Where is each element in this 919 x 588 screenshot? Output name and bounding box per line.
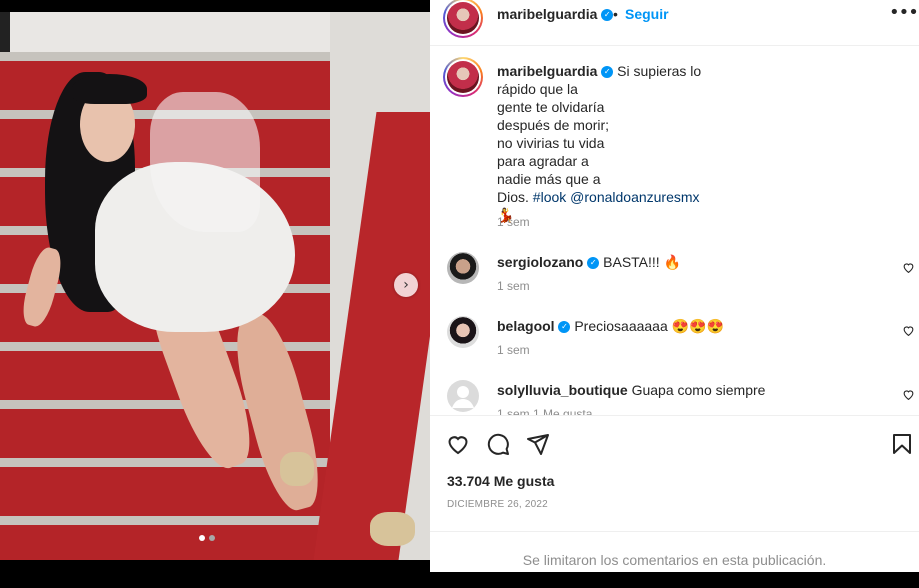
post-dialog: › maribelguardia ✓ • Seguir ••• maribelg… — [0, 0, 919, 572]
carousel-dot-active — [199, 535, 205, 541]
bookmark-icon[interactable] — [890, 432, 914, 456]
comment-text: Preciosaaaaaa 😍😍😍 — [574, 318, 724, 334]
post-date: DICIEMBRE 26, 2022 — [447, 499, 548, 510]
mention-link[interactable]: @ronaldoanzuresmx — [570, 189, 699, 205]
hashtag-link[interactable]: #look — [533, 189, 566, 205]
separator-dot: • — [613, 6, 618, 22]
comment-username[interactable]: sergiolozano — [497, 254, 583, 270]
post-header: maribelguardia ✓ • Seguir ••• — [430, 0, 919, 46]
caption-username[interactable]: maribelguardia — [497, 63, 597, 79]
post-media: › — [0, 0, 430, 572]
carousel-next-button[interactable]: › — [394, 273, 418, 297]
comment-text: Guapa como siempre — [631, 382, 766, 398]
comment-username[interactable]: solylluvia_boutique — [497, 382, 628, 398]
heart-icon[interactable] — [902, 324, 915, 337]
follow-button[interactable]: Seguir — [625, 6, 669, 22]
verified-badge-icon: ✓ — [601, 9, 614, 22]
post-sidebar: maribelguardia ✓ • Seguir ••• maribelgua… — [430, 0, 919, 572]
author-avatar[interactable] — [443, 0, 483, 38]
likes-count[interactable]: 33.704 Me gusta — [447, 473, 554, 489]
comment-row: sergiolozano ✓ BASTA!!! 🔥 — [497, 254, 681, 271]
comment-time[interactable]: 1 sem 1 Me gusta — [497, 407, 592, 415]
paper-plane-icon[interactable] — [526, 432, 550, 456]
more-options-icon[interactable]: ••• — [889, 2, 919, 23]
heart-icon[interactable] — [902, 388, 915, 401]
comment-username[interactable]: belagool — [497, 318, 555, 334]
verified-badge-icon: ✓ — [587, 257, 600, 270]
author-username[interactable]: maribelguardia — [497, 6, 597, 22]
comment-time[interactable]: 1 sem — [497, 343, 530, 357]
post-actions: 33.704 Me gusta DICIEMBRE 26, 2022 — [430, 415, 919, 531]
comment-avatar[interactable] — [447, 252, 479, 284]
caption-time[interactable]: 1 sem — [497, 215, 530, 229]
comments-limited-notice: Se limitaron los comentarios en esta pub… — [430, 531, 919, 572]
comment-avatar[interactable] — [447, 316, 479, 348]
verified-badge-icon: ✓ — [558, 321, 571, 334]
caption: maribelguardia ✓ Si supieras lo rápido q… — [497, 63, 702, 223]
comment-avatar[interactable] — [447, 380, 479, 412]
post-photo[interactable] — [0, 12, 430, 560]
carousel-dots — [199, 535, 215, 541]
verified-badge-icon: ✓ — [601, 66, 614, 79]
comment-icon[interactable] — [486, 432, 510, 456]
carousel-dot — [209, 535, 215, 541]
heart-icon[interactable] — [902, 261, 915, 274]
comment-text: BASTA!!! 🔥 — [603, 254, 681, 270]
comments-list[interactable]: maribelguardia ✓ Si supieras lo rápido q… — [430, 47, 919, 415]
comment-time[interactable]: 1 sem — [497, 279, 530, 293]
heart-icon[interactable] — [446, 432, 470, 456]
comment-row: solylluvia_boutique Guapa como siempre — [497, 382, 765, 398]
comment-row: belagool ✓ Preciosaaaaaa 😍😍😍 — [497, 318, 724, 335]
caption-avatar[interactable] — [443, 57, 483, 97]
